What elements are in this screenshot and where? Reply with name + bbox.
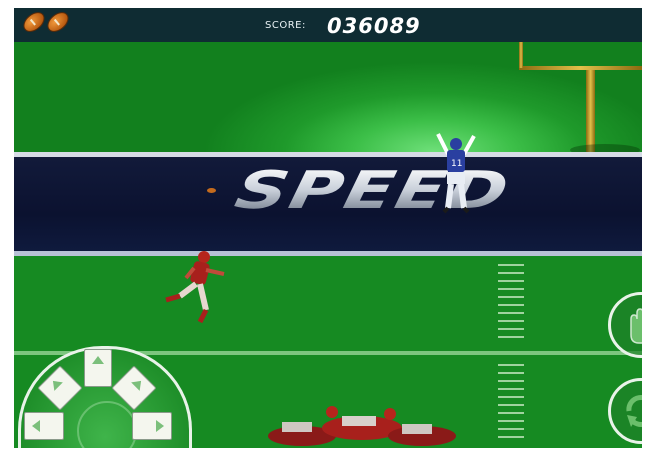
- yard-hash-mark: [498, 296, 524, 298]
- yard-hash-mark: [498, 364, 524, 366]
- running-player: [165, 251, 225, 324]
- yard-hash-mark: [498, 328, 524, 330]
- defender-pile: [268, 406, 456, 446]
- football-life-icon: [19, 8, 49, 36]
- stiff-arm-button[interactable]: [608, 292, 642, 358]
- yard-hash-mark: [498, 272, 524, 274]
- arrow-right-icon: [156, 420, 164, 432]
- hud-bar: SCORE: 036089: [14, 8, 642, 42]
- field-endzone-area: [14, 42, 642, 160]
- dpad-center: [77, 401, 137, 448]
- goalpost-upright: [519, 42, 523, 68]
- yard-hash-mark: [498, 420, 524, 422]
- yard-hash-mark: [498, 428, 524, 430]
- football-life-icon: [43, 8, 73, 36]
- score-value: 036089: [327, 14, 421, 38]
- hand-icon: [630, 308, 642, 344]
- yard-hash-mark: [498, 264, 524, 266]
- yard-hash-mark: [498, 312, 524, 314]
- yard-hash-mark: [498, 380, 524, 382]
- arrow-up-icon: [92, 356, 104, 364]
- dpad-right-button[interactable]: [132, 412, 172, 440]
- yard-hash-mark: [498, 372, 524, 374]
- dpad-left-button[interactable]: [24, 412, 64, 440]
- svg-text:11: 11: [451, 159, 462, 169]
- yard-hash-mark: [498, 304, 524, 306]
- yard-hash-mark: [498, 388, 524, 390]
- spin-arrows-icon: [626, 395, 642, 427]
- yard-hash-mark: [498, 404, 524, 406]
- yard-hash-mark: [498, 412, 524, 414]
- dpad-up-button[interactable]: [84, 349, 112, 387]
- arrow-left-icon: [32, 420, 40, 432]
- yard-hash-mark: [498, 280, 524, 282]
- loose-football-icon: [207, 188, 216, 193]
- yard-hash-mark: [498, 396, 524, 398]
- goalpost-crossbar: [519, 66, 642, 70]
- yard-hash-mark: [498, 436, 524, 438]
- score-label: SCORE:: [265, 20, 306, 31]
- yard-hash-mark: [498, 336, 524, 338]
- game-screen[interactable]: SCORE: 036089 SPEED 11: [14, 8, 642, 448]
- celebrating-player: 11: [436, 133, 476, 214]
- yard-hash-mark: [498, 320, 524, 322]
- spin-button[interactable]: [608, 378, 642, 444]
- yard-hash-mark: [498, 288, 524, 290]
- goalpost-base: [586, 70, 595, 152]
